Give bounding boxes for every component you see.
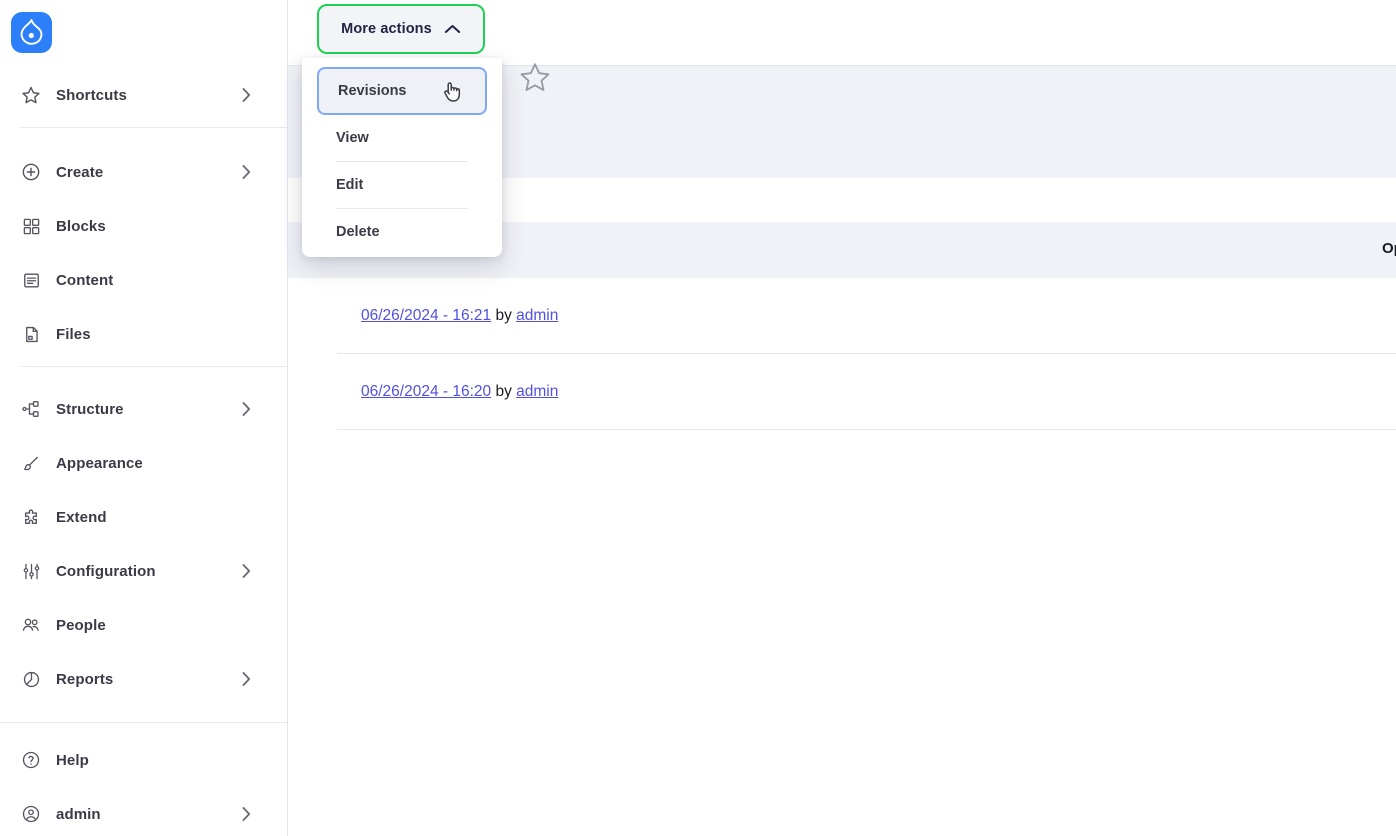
paintbrush-icon	[20, 452, 42, 474]
plus-circle-icon	[20, 161, 42, 183]
files-icon	[20, 323, 42, 345]
dropdown-item-edit[interactable]: Edit	[302, 162, 502, 208]
more-actions-label: More actions	[341, 21, 432, 37]
pie-chart-icon	[20, 668, 42, 690]
sidebar-divider	[20, 127, 287, 128]
sidebar-item-label: People	[56, 616, 106, 634]
chevron-right-icon	[242, 564, 251, 579]
star-icon	[20, 84, 42, 106]
chevron-right-icon	[242, 672, 251, 687]
sidebar-item-label: Structure	[56, 400, 124, 418]
chevron-right-icon	[242, 402, 251, 417]
more-actions-dropdown-menu: Revisions View Edit Delete	[302, 58, 502, 257]
sidebar-item-label: Files	[56, 325, 91, 343]
sidebar-item-content[interactable]: Content	[0, 253, 287, 307]
structure-node-icon	[20, 398, 42, 420]
people-icon	[20, 614, 42, 636]
sidebar-item-label: Blocks	[56, 217, 106, 235]
sidebar-item-label: Appearance	[56, 454, 143, 472]
revision-date-cell: 06/26/2024 - 16:21 by admin	[361, 307, 558, 325]
sidebar-item-admin-user[interactable]: admin	[0, 787, 287, 836]
column-header-operations: Operations	[1382, 240, 1396, 257]
sidebar-item-configuration[interactable]: Configuration	[0, 544, 287, 598]
drupal-admin-page: Shortcuts Create Blocks Content Files St…	[0, 0, 1396, 836]
sidebar-item-label: Shortcuts	[56, 86, 127, 104]
dropdown-item-label: Delete	[336, 224, 380, 240]
question-circle-icon	[20, 749, 42, 771]
revision-by-text: by	[495, 306, 512, 324]
dropdown-item-view[interactable]: View	[302, 115, 502, 161]
sidebar-item-files[interactable]: Files	[0, 307, 287, 361]
pointing-hand-cursor-icon	[441, 80, 463, 104]
user-circle-icon	[20, 803, 42, 825]
sliders-icon	[20, 560, 42, 582]
revision-by-text: by	[495, 382, 512, 400]
sidebar-item-appearance[interactable]: Appearance	[0, 436, 287, 490]
sidebar-group-admin: Structure Appearance Extend Configuratio…	[0, 382, 287, 706]
sidebar-group-user: Help admin	[0, 733, 287, 836]
chevron-right-icon	[242, 88, 251, 103]
sidebar-group-shortcuts: Shortcuts	[0, 68, 287, 122]
sidebar-item-help[interactable]: Help	[0, 733, 287, 787]
puzzle-piece-icon	[20, 506, 42, 528]
sidebar-item-shortcuts[interactable]: Shortcuts	[0, 68, 287, 122]
dropdown-item-revisions[interactable]: Revisions	[317, 67, 487, 115]
revision-author-link[interactable]: admin	[516, 383, 558, 400]
sidebar-item-label: Extend	[56, 508, 107, 526]
sidebar-group-content: Create Blocks Content Files	[0, 145, 287, 361]
dropdown-item-delete[interactable]: Delete	[302, 209, 502, 255]
drupal-logo[interactable]	[11, 12, 52, 53]
chevron-right-icon	[242, 807, 251, 822]
more-actions-button[interactable]: More actions	[317, 4, 485, 54]
sidebar-divider	[20, 366, 287, 367]
sidebar-item-blocks[interactable]: Blocks	[0, 199, 287, 253]
sidebar-item-structure[interactable]: Structure	[0, 382, 287, 436]
sidebar-item-label: admin	[56, 805, 101, 823]
sidebar-item-create[interactable]: Create	[0, 145, 287, 199]
sidebar-item-label: Reports	[56, 670, 114, 688]
sidebar-item-reports[interactable]: Reports	[0, 652, 287, 706]
revision-date-cell: 06/26/2024 - 16:20 by admin	[361, 383, 558, 401]
table-row: 06/26/2024 - 16:20 by admin Revert	[337, 354, 1396, 430]
dropdown-item-label: Revisions	[338, 83, 407, 99]
sidebar-divider-footer	[0, 722, 287, 723]
blocks-grid-icon	[20, 215, 42, 237]
admin-sidebar: Shortcuts Create Blocks Content Files St…	[0, 0, 288, 836]
dropdown-item-label: Edit	[336, 177, 364, 193]
sidebar-item-label: Content	[56, 271, 114, 289]
revision-author-link[interactable]: admin	[516, 307, 558, 324]
sidebar-item-label: Help	[56, 751, 89, 769]
dropdown-item-label: View	[336, 130, 369, 146]
sidebar-item-people[interactable]: People	[0, 598, 287, 652]
sidebar-item-label: Configuration	[56, 562, 156, 580]
content-document-icon	[20, 269, 42, 291]
drupal-droplet-icon	[11, 12, 52, 53]
sidebar-item-extend[interactable]: Extend	[0, 490, 287, 544]
chevron-right-icon	[242, 165, 251, 180]
table-row: 06/26/2024 - 16:21 by admin Current revi…	[337, 278, 1396, 354]
star-outline-icon[interactable]	[518, 60, 554, 96]
chevron-up-icon	[444, 24, 461, 34]
revision-date-link[interactable]: 06/26/2024 - 16:20	[361, 383, 491, 400]
sidebar-item-label: Create	[56, 163, 104, 181]
revision-date-link[interactable]: 06/26/2024 - 16:21	[361, 307, 491, 324]
